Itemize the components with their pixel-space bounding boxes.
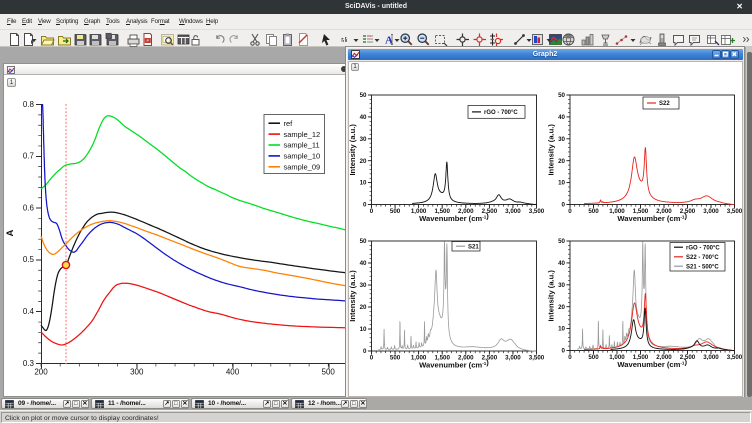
svg-text:rGO - 700°C: rGO - 700°C — [686, 245, 720, 251]
svg-text:0: 0 — [363, 348, 367, 355]
svg-text:40: 40 — [360, 114, 367, 121]
svg-text:0.3: 0.3 — [23, 359, 35, 368]
svg-text:30: 30 — [360, 282, 367, 289]
svg-text:Wavenumber (cm-1): Wavenumber (cm-1) — [617, 358, 687, 369]
svg-text:sample_11: sample_11 — [284, 141, 320, 150]
svg-text:10: 10 — [558, 326, 565, 333]
svg-text:10: 10 — [360, 326, 367, 333]
svg-text:400: 400 — [226, 367, 240, 376]
svg-text:500: 500 — [588, 354, 599, 361]
svg-text:10: 10 — [360, 180, 367, 187]
svg-text:500: 500 — [390, 208, 401, 215]
svg-text:20: 20 — [360, 304, 367, 311]
svg-text:S21: S21 — [468, 244, 479, 250]
svg-text:Wavenumber (cm-1): Wavenumber (cm-1) — [617, 212, 687, 223]
svg-text:sample_12: sample_12 — [284, 130, 321, 139]
svg-text:S22 - 700°C: S22 - 700°C — [686, 255, 719, 261]
svg-text:0: 0 — [568, 354, 572, 361]
svg-text:Intensity (a.u.): Intensity (a.u.) — [349, 124, 357, 176]
svg-text:50: 50 — [558, 92, 565, 99]
svg-text:10: 10 — [558, 180, 565, 187]
svg-text:0.4: 0.4 — [23, 307, 35, 316]
svg-text:3,500: 3,500 — [727, 354, 743, 361]
svg-text:rGO - 700°C: rGO - 700°C — [484, 110, 518, 116]
svg-text:S21 - 500°C: S21 - 500°C — [686, 264, 719, 270]
svg-text:Intensity (a.u.): Intensity (a.u.) — [349, 270, 357, 322]
svg-text:3,500: 3,500 — [529, 208, 545, 215]
svg-text:3,500: 3,500 — [727, 208, 743, 215]
svg-text:0: 0 — [568, 208, 572, 215]
svg-text:200: 200 — [34, 367, 48, 376]
svg-text:P: P — [146, 38, 149, 43]
svg-text:20: 20 — [558, 304, 565, 311]
svg-text:sample_09: sample_09 — [284, 163, 321, 172]
svg-text:30: 30 — [558, 136, 565, 143]
svg-text:0: 0 — [370, 354, 374, 361]
svg-text:0: 0 — [562, 348, 566, 355]
svg-text:0.7: 0.7 — [23, 152, 35, 161]
svg-text:40: 40 — [360, 260, 367, 267]
svg-text:0: 0 — [370, 208, 374, 215]
svg-text:ref: ref — [284, 119, 294, 128]
svg-text:Intensity (a.u.): Intensity (a.u.) — [547, 124, 556, 176]
svg-text:50: 50 — [360, 92, 367, 99]
svg-text:0: 0 — [562, 202, 566, 209]
svg-text:500: 500 — [588, 208, 599, 215]
svg-text:3,000: 3,000 — [703, 208, 719, 215]
svg-text:A: A — [5, 229, 16, 236]
svg-text:S22: S22 — [659, 101, 670, 107]
svg-text:0: 0 — [363, 202, 367, 209]
svg-text:300: 300 — [130, 367, 144, 376]
svg-text:30: 30 — [558, 282, 565, 289]
svg-text:Wavenumber (cm-1): Wavenumber (cm-1) — [419, 212, 489, 223]
svg-text:3,000: 3,000 — [703, 354, 719, 361]
svg-text:0.8: 0.8 — [23, 100, 35, 109]
svg-text:Intensity (a.u.): Intensity (a.u.) — [547, 270, 556, 322]
svg-text:20: 20 — [360, 158, 367, 165]
svg-text:3,500: 3,500 — [529, 354, 545, 361]
svg-text:0.6: 0.6 — [23, 203, 35, 212]
svg-text:50: 50 — [360, 238, 367, 245]
svg-text:Wavenumber (cm-1): Wavenumber (cm-1) — [419, 358, 489, 369]
svg-text:500: 500 — [322, 367, 336, 376]
svg-text:sample_10: sample_10 — [284, 152, 321, 161]
svg-text:30: 30 — [360, 136, 367, 143]
svg-text:0.5: 0.5 — [23, 255, 35, 264]
svg-text:3,000: 3,000 — [505, 208, 521, 215]
svg-text:40: 40 — [558, 114, 565, 121]
svg-text:50: 50 — [558, 238, 565, 245]
svg-text:500: 500 — [390, 354, 401, 361]
svg-text:40: 40 — [558, 260, 565, 267]
svg-text:20: 20 — [558, 158, 565, 165]
svg-text:3,000: 3,000 — [505, 354, 521, 361]
